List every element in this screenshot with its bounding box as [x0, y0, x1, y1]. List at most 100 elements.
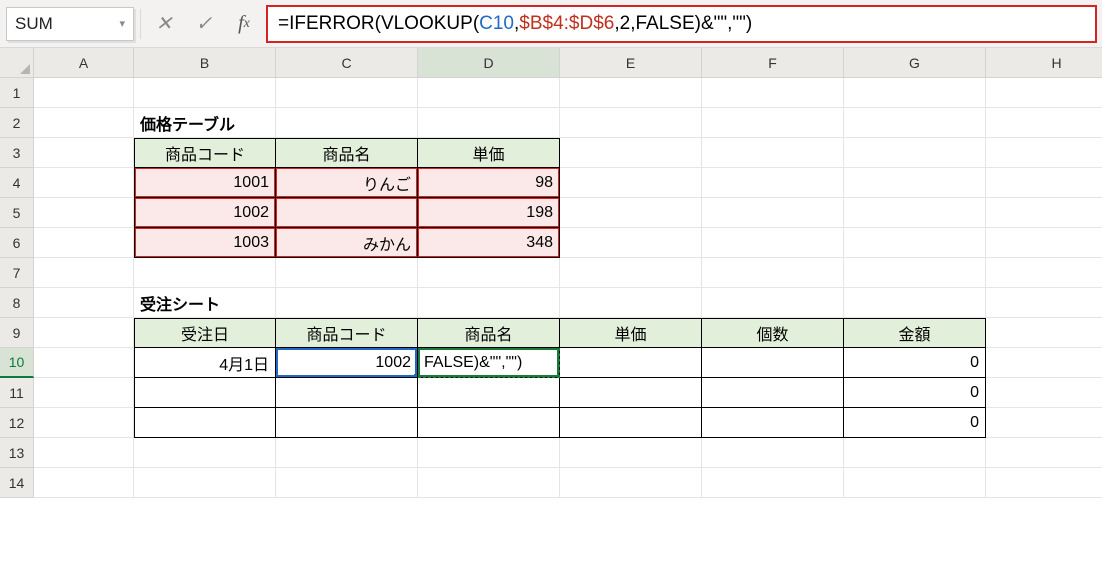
select-all-corner[interactable]: [0, 48, 34, 78]
cell-F10[interactable]: [702, 348, 844, 378]
cell-G1[interactable]: [844, 78, 986, 108]
cell-A9[interactable]: [34, 318, 134, 348]
cell-G12[interactable]: 0: [844, 408, 986, 438]
cell-G11[interactable]: 0: [844, 378, 986, 408]
cell-F8[interactable]: [702, 288, 844, 318]
cell-A7[interactable]: [34, 258, 134, 288]
col-header-D[interactable]: D: [418, 48, 560, 78]
fx-icon[interactable]: fx: [227, 7, 261, 41]
cell-H11[interactable]: [986, 378, 1102, 408]
cell-E12[interactable]: [560, 408, 702, 438]
formula-input[interactable]: =IFERROR ( VLOOKUP ( C10 , $B$4:$D$6 ,2,…: [267, 6, 1096, 42]
cell-F14[interactable]: [702, 468, 844, 498]
cell-E10[interactable]: [560, 348, 702, 378]
cell-A6[interactable]: [34, 228, 134, 258]
cell-A11[interactable]: [34, 378, 134, 408]
cell-G14[interactable]: [844, 468, 986, 498]
cell-A8[interactable]: [34, 288, 134, 318]
cell-E13[interactable]: [560, 438, 702, 468]
cell-D4[interactable]: 98: [418, 168, 560, 198]
col-header-E[interactable]: E: [560, 48, 702, 78]
cell-H7[interactable]: [986, 258, 1102, 288]
cell-A1[interactable]: [34, 78, 134, 108]
cell-D3[interactable]: 単価: [418, 138, 560, 168]
cell-C6[interactable]: みかん: [276, 228, 418, 258]
cell-H12[interactable]: [986, 408, 1102, 438]
cell-A5[interactable]: [34, 198, 134, 228]
cell-C14[interactable]: [276, 468, 418, 498]
cell-D11[interactable]: [418, 378, 560, 408]
cell-B8[interactable]: 受注シート: [134, 288, 276, 318]
cell-H3[interactable]: [986, 138, 1102, 168]
col-header-H[interactable]: H: [986, 48, 1102, 78]
cell-C11[interactable]: [276, 378, 418, 408]
cell-A12[interactable]: [34, 408, 134, 438]
row-header-5[interactable]: 5: [0, 198, 34, 228]
cell-E5[interactable]: [560, 198, 702, 228]
cell-C13[interactable]: [276, 438, 418, 468]
row-header-12[interactable]: 12: [0, 408, 34, 438]
cell-B9[interactable]: 受注日: [134, 318, 276, 348]
row-header-9[interactable]: 9: [0, 318, 34, 348]
col-header-B[interactable]: B: [134, 48, 276, 78]
cell-C7[interactable]: [276, 258, 418, 288]
row-header-4[interactable]: 4: [0, 168, 34, 198]
cell-H6[interactable]: [986, 228, 1102, 258]
col-header-G[interactable]: G: [844, 48, 986, 78]
cell-F12[interactable]: [702, 408, 844, 438]
cell-G2[interactable]: [844, 108, 986, 138]
cell-B13[interactable]: [134, 438, 276, 468]
cell-F11[interactable]: [702, 378, 844, 408]
cell-F7[interactable]: [702, 258, 844, 288]
cell-D10[interactable]: FALSE)&"",""): [418, 348, 560, 378]
cell-D13[interactable]: [418, 438, 560, 468]
cell-F4[interactable]: [702, 168, 844, 198]
cell-D2[interactable]: [418, 108, 560, 138]
cell-G5[interactable]: [844, 198, 986, 228]
cell-F6[interactable]: [702, 228, 844, 258]
cell-H1[interactable]: [986, 78, 1102, 108]
col-header-A[interactable]: A: [34, 48, 134, 78]
spreadsheet-grid[interactable]: A B C D E F G H 1 2 価格テーブル 3 商品コード 商品名 単…: [0, 48, 1102, 498]
row-header-3[interactable]: 3: [0, 138, 34, 168]
cell-B3[interactable]: 商品コード: [134, 138, 276, 168]
row-header-6[interactable]: 6: [0, 228, 34, 258]
cell-H9[interactable]: [986, 318, 1102, 348]
cell-C2[interactable]: [276, 108, 418, 138]
row-header-8[interactable]: 8: [0, 288, 34, 318]
cell-G4[interactable]: [844, 168, 986, 198]
cell-D14[interactable]: [418, 468, 560, 498]
cell-G9[interactable]: 金額: [844, 318, 986, 348]
cell-E4[interactable]: [560, 168, 702, 198]
cell-A3[interactable]: [34, 138, 134, 168]
cell-E6[interactable]: [560, 228, 702, 258]
cell-A10[interactable]: [34, 348, 134, 378]
cell-E3[interactable]: [560, 138, 702, 168]
cell-E9[interactable]: 単価: [560, 318, 702, 348]
cell-F9[interactable]: 個数: [702, 318, 844, 348]
cell-E2[interactable]: [560, 108, 702, 138]
cell-D6[interactable]: 348: [418, 228, 560, 258]
cell-C3[interactable]: 商品名: [276, 138, 418, 168]
cell-G8[interactable]: [844, 288, 986, 318]
row-header-7[interactable]: 7: [0, 258, 34, 288]
cell-C8[interactable]: [276, 288, 418, 318]
cell-B1[interactable]: [134, 78, 276, 108]
cell-A4[interactable]: [34, 168, 134, 198]
cell-B4[interactable]: 1001: [134, 168, 276, 198]
cell-E1[interactable]: [560, 78, 702, 108]
cell-F1[interactable]: [702, 78, 844, 108]
cell-C12[interactable]: [276, 408, 418, 438]
cell-F5[interactable]: [702, 198, 844, 228]
row-header-2[interactable]: 2: [0, 108, 34, 138]
cell-B10[interactable]: 4月1日: [134, 348, 276, 378]
cell-D12[interactable]: [418, 408, 560, 438]
cell-B2[interactable]: 価格テーブル: [134, 108, 276, 138]
cell-B7[interactable]: [134, 258, 276, 288]
cell-C1[interactable]: [276, 78, 418, 108]
cell-A13[interactable]: [34, 438, 134, 468]
cell-G7[interactable]: [844, 258, 986, 288]
cell-G3[interactable]: [844, 138, 986, 168]
cell-C10[interactable]: 1002: [276, 348, 418, 378]
cell-D1[interactable]: [418, 78, 560, 108]
